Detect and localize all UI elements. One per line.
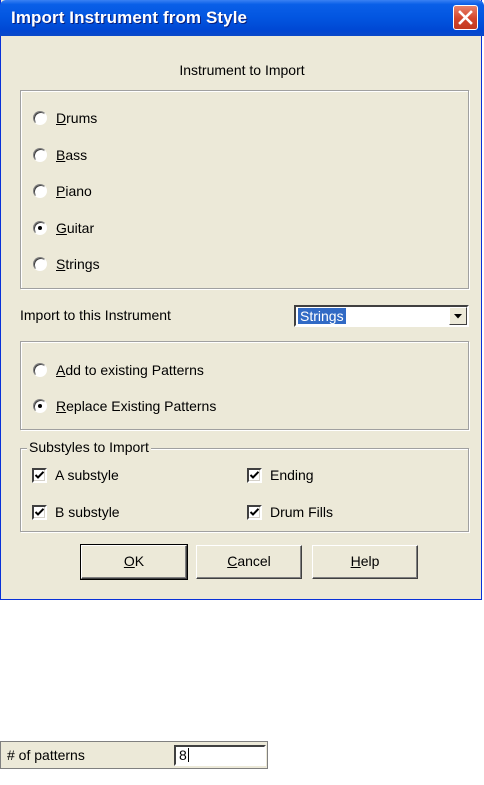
checkbox-label: B substyle: [55, 504, 120, 520]
close-button[interactable]: [453, 5, 478, 30]
select-value: Strings: [298, 308, 346, 324]
ok-button[interactable]: OK: [80, 544, 188, 580]
checkbox-label: Drum Fills: [270, 504, 333, 520]
checkmark-icon: [249, 507, 260, 516]
checkbox[interactable]: [247, 504, 262, 520]
radio-label: Strings: [56, 256, 100, 272]
radio-label: Add to existing Patterns: [56, 362, 204, 378]
dropdown-button[interactable]: [449, 307, 467, 325]
radio-guitar[interactable]: Guitar: [33, 220, 94, 236]
substyles-group: Substyles to Import A substyle Ending B …: [20, 439, 469, 532]
patterns-input[interactable]: 8: [174, 745, 266, 766]
help-button[interactable]: Help: [312, 545, 418, 579]
radio-label: Bass: [56, 147, 88, 163]
radio-button[interactable]: [33, 257, 47, 271]
checkbox-b-substyle[interactable]: B substyle: [32, 504, 120, 520]
radio-button[interactable]: [33, 184, 47, 198]
radio-label: Guitar: [56, 220, 95, 236]
checkbox[interactable]: [32, 467, 47, 483]
checkbox-label: Ending: [270, 467, 314, 483]
patterns-value: 8: [179, 747, 187, 763]
cancel-button[interactable]: Cancel: [196, 545, 302, 579]
radio-strings[interactable]: Strings: [33, 256, 100, 272]
radio-replace-patterns[interactable]: Replace Existing Patterns: [33, 398, 216, 414]
import-instrument-dialog: Import Instrument from Style Instrument …: [0, 0, 484, 600]
checkmark-icon: [34, 507, 45, 516]
checkbox-a-substyle[interactable]: A substyle: [32, 467, 119, 483]
checkmark-icon: [249, 470, 260, 479]
radio-add-patterns[interactable]: Add to existing Patterns: [33, 362, 204, 378]
radio-label: Piano: [56, 183, 92, 199]
patterns-label: # of patterns: [7, 747, 85, 763]
substyles-legend: Substyles to Import: [27, 439, 151, 455]
radio-button[interactable]: [33, 221, 47, 235]
checkbox[interactable]: [247, 467, 262, 483]
text-caret: [187, 748, 189, 762]
pattern-mode-group: Add to existing Patterns Replace Existin…: [20, 341, 469, 430]
radio-label: Drums: [56, 110, 98, 126]
dialog-title: Import Instrument from Style: [11, 8, 248, 27]
close-icon: [458, 10, 473, 25]
checkbox[interactable]: [32, 504, 47, 520]
checkbox-ending[interactable]: Ending: [247, 467, 314, 483]
radio-bass[interactable]: Bass: [33, 147, 87, 163]
radio-button[interactable]: [33, 363, 47, 377]
dropdown-arrow-icon: [454, 314, 462, 319]
radio-piano[interactable]: Piano: [33, 183, 92, 199]
instrument-heading: Instrument to Import: [179, 62, 305, 78]
title-bar[interactable]: Import Instrument from Style: [0, 0, 484, 36]
import-to-label: Import to this Instrument: [20, 307, 171, 323]
checkbox-drum-fills[interactable]: Drum Fills: [247, 504, 333, 520]
radio-button[interactable]: [33, 399, 47, 413]
radio-drums[interactable]: Drums: [33, 110, 97, 126]
checkmark-icon: [34, 470, 45, 479]
import-to-select[interactable]: Strings: [294, 305, 469, 327]
patterns-panel: # of patterns 8: [0, 741, 268, 769]
radio-button[interactable]: [33, 148, 47, 162]
radio-label: Replace Existing Patterns: [56, 398, 217, 414]
radio-button[interactable]: [33, 111, 47, 125]
checkbox-label: A substyle: [55, 467, 119, 483]
instrument-group: Drums Bass Piano Guitar Strings: [20, 90, 469, 289]
